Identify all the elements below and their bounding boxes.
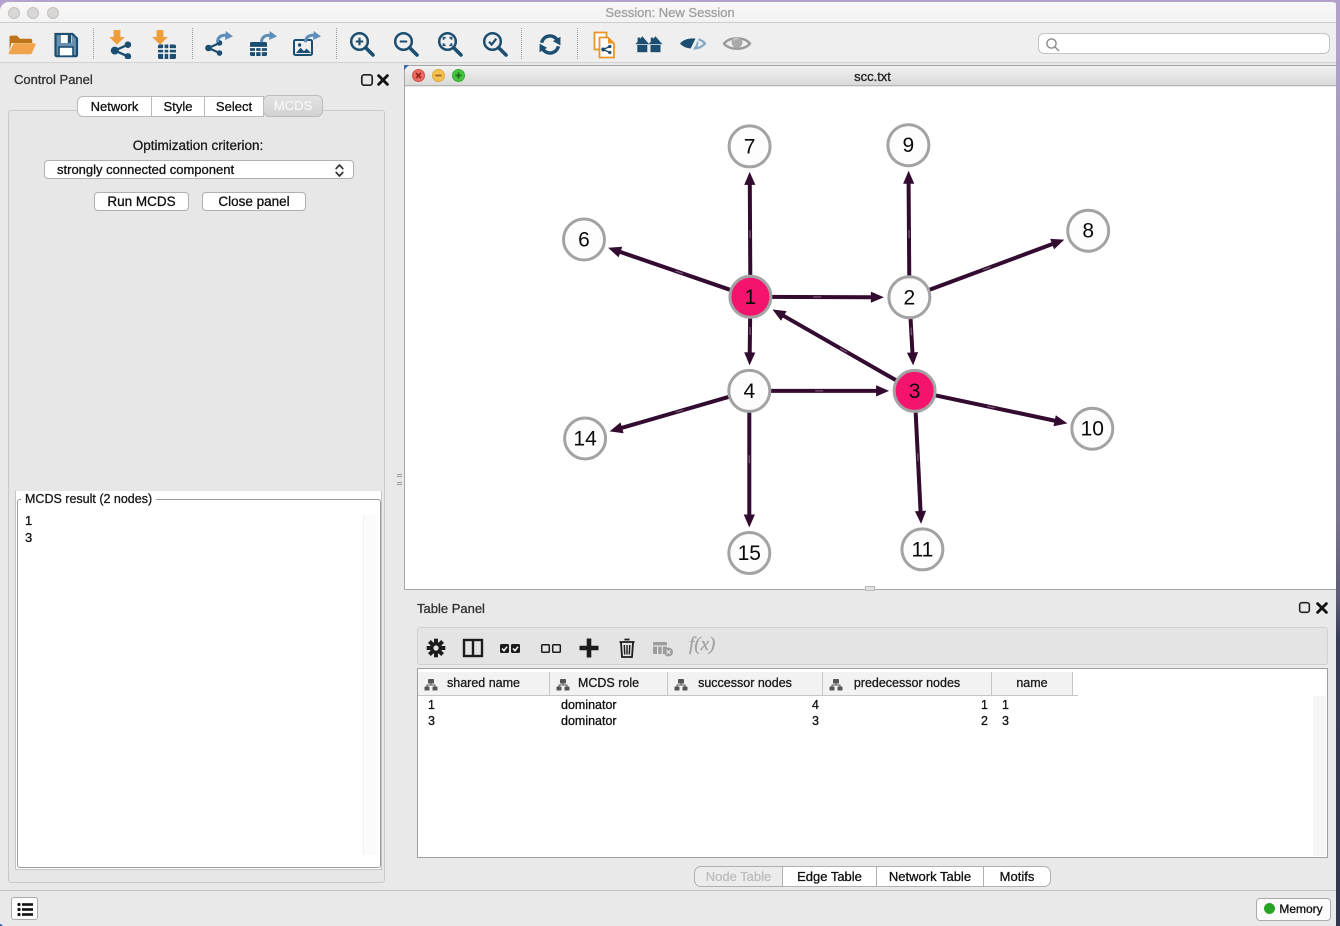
svg-text:4: 4 [743, 380, 755, 403]
svg-text:10: 10 [1081, 418, 1104, 441]
svg-text:11: 11 [911, 538, 933, 561]
svg-text:3: 3 [909, 380, 921, 403]
svg-text:6: 6 [578, 229, 590, 252]
svg-text:9: 9 [903, 134, 915, 157]
svg-text:8: 8 [1082, 220, 1094, 243]
svg-text:14: 14 [573, 428, 597, 451]
svg-text:1: 1 [745, 286, 757, 309]
svg-text:2: 2 [904, 286, 916, 309]
svg-text:7: 7 [744, 135, 756, 158]
svg-text:15: 15 [738, 542, 761, 565]
